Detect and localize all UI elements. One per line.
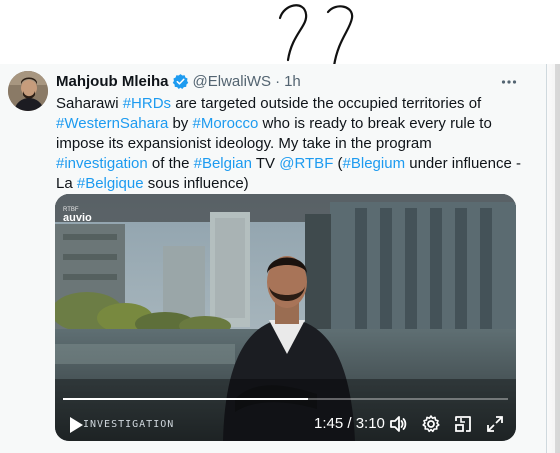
play-icon[interactable]: [68, 416, 84, 434]
channel-logo-text: auvio: [63, 212, 92, 224]
hashtag-link[interactable]: #Belgian: [194, 155, 252, 172]
video-progress-fill: [63, 398, 308, 400]
more-icon[interactable]: [500, 73, 518, 91]
verified-badge-icon: [172, 73, 188, 89]
author-handle[interactable]: @ElwaliWS: [193, 73, 272, 90]
tweet-text-segment: sous influence): [143, 175, 249, 192]
hashtag-link[interactable]: #Morocco: [192, 115, 258, 132]
hashtag-link[interactable]: #Belgique: [77, 175, 144, 192]
hashtag-link[interactable]: #investigation: [56, 155, 148, 172]
tweet-text-segment: of the: [147, 155, 194, 172]
author-name[interactable]: Mahjoub Mleiha: [56, 73, 169, 90]
video-frame: [55, 194, 516, 441]
picture-in-picture-icon[interactable]: [453, 414, 473, 434]
video-progress-bar[interactable]: [63, 398, 508, 400]
post-time[interactable]: 1h: [284, 73, 301, 90]
hashtag-link[interactable]: #WesternSahara: [56, 115, 168, 132]
video-chyron: INVESTIGATION: [83, 419, 175, 430]
tweet-text-segment: by: [168, 115, 193, 132]
tweet-text-segment: (: [333, 155, 343, 172]
channel-logo: RTBF auvio: [63, 207, 92, 224]
tweet-header: Mahjoub Mleiha @ElwaliWS · 1h: [56, 71, 301, 91]
hashtag-link[interactable]: #HRDs: [123, 95, 171, 112]
adjacent-panel-edge: [547, 64, 560, 453]
video-player[interactable]: RTBF auvio INVESTIGATION 1:45 / 3:10: [55, 194, 516, 441]
video-timecode: 1:45 / 3:10: [314, 415, 385, 432]
mention-link[interactable]: @RTBF: [279, 155, 333, 172]
avatar[interactable]: [8, 71, 48, 111]
fullscreen-icon[interactable]: [485, 414, 505, 434]
volume-icon[interactable]: [388, 414, 408, 434]
tweet-text-segment: TV: [252, 155, 280, 172]
handwritten-scribble: [278, 4, 354, 72]
separator-dot: ·: [275, 72, 281, 90]
tweet-text-segment: are targeted outside the occupied territ…: [171, 95, 482, 112]
gear-icon[interactable]: [421, 414, 441, 434]
tweet-text: Saharawi #HRDs are targeted outside the …: [56, 94, 526, 194]
tweet-text-segment: Saharawi: [56, 95, 123, 112]
hashtag-link[interactable]: #Blegium: [343, 155, 406, 172]
